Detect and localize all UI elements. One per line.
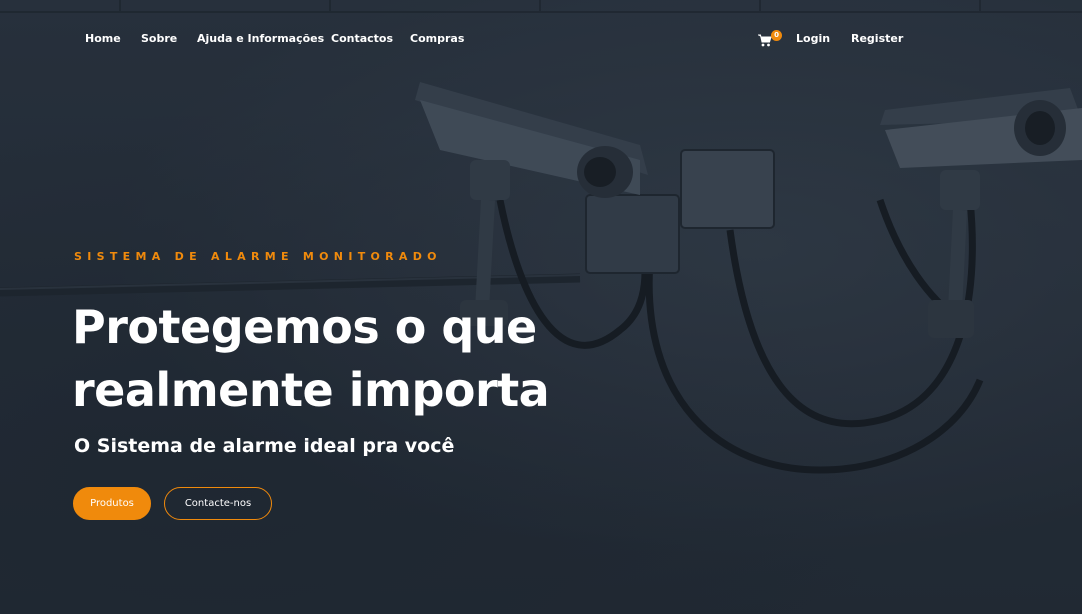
contact-button[interactable]: Contacte-nos [164, 487, 272, 520]
nav-item-ajuda[interactable]: Ajuda e Informações [197, 32, 324, 45]
nav-item-home[interactable]: Home [85, 32, 121, 45]
hero-eyebrow: SISTEMA DE ALARME MONITORADO [74, 250, 442, 263]
hero-headline: Protegemos o que realmente importa [72, 296, 612, 422]
hero-section: Home Sobre Ajuda e Informações Contactos… [0, 0, 1082, 614]
shopping-cart-icon [758, 34, 772, 47]
cart-button[interactable]: 0 [758, 30, 782, 50]
register-link[interactable]: Register [851, 32, 903, 45]
nav-item-sobre[interactable]: Sobre [141, 32, 177, 45]
nav-item-contactos[interactable]: Contactos [331, 32, 393, 45]
hero-subheading: O Sistema de alarme ideal pra você [74, 435, 455, 457]
hero-headline-line-1: Protegemos o que [72, 300, 537, 354]
cart-count-badge: 0 [771, 30, 782, 41]
nav-item-compras[interactable]: Compras [410, 32, 464, 45]
login-link[interactable]: Login [796, 32, 830, 45]
hero-headline-line-2: realmente importa [72, 363, 550, 417]
produtos-button[interactable]: Produtos [73, 487, 151, 520]
top-navbar: Home Sobre Ajuda e Informações Contactos… [0, 0, 1082, 78]
